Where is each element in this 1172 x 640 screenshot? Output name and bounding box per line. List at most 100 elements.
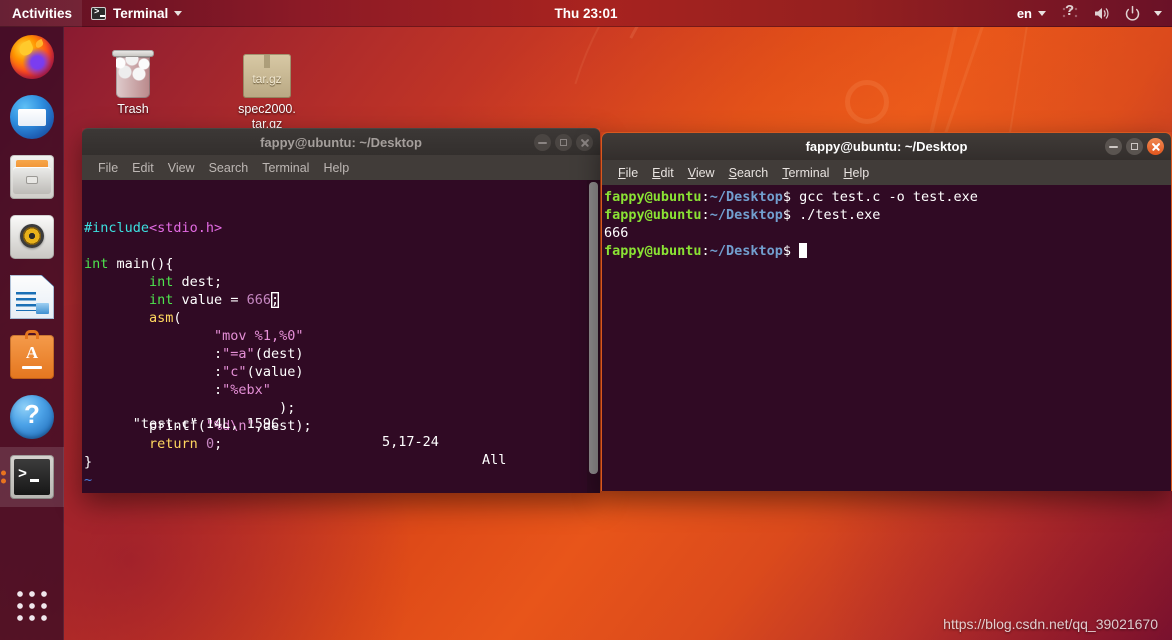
- keyboard-layout-button[interactable]: en: [1008, 0, 1055, 27]
- menu-edit[interactable]: Edit: [125, 159, 161, 177]
- rhythmbox-icon: [10, 215, 54, 259]
- menu-search[interactable]: Search: [202, 159, 256, 177]
- keyboard-layout-label: en: [1016, 6, 1032, 21]
- chevron-down-icon: [174, 11, 183, 16]
- prompt-path: ~/Desktop: [709, 207, 783, 223]
- show-applications-button[interactable]: [0, 578, 64, 634]
- wallpaper-ring: [845, 80, 889, 124]
- menu-file[interactable]: File: [611, 164, 645, 182]
- prompt-symbol: $: [782, 189, 791, 205]
- code-line: int value = 666;: [84, 291, 600, 309]
- window-title: fappy@ubuntu: ~/Desktop: [805, 139, 968, 154]
- close-button[interactable]: [1147, 138, 1164, 155]
- prompt-user: fappy@ubuntu: [604, 189, 702, 205]
- window-controls: [1105, 133, 1164, 160]
- chevron-down-icon[interactable]: [1154, 11, 1162, 16]
- terminal-window-editor[interactable]: fappy@ubuntu: ~/Desktop File Edit View S…: [82, 128, 600, 493]
- menubar: File Edit View Search Terminal Help: [82, 155, 600, 180]
- code-token: int: [149, 274, 174, 290]
- code-token: int: [149, 292, 174, 308]
- menu-view[interactable]: View: [681, 164, 722, 182]
- vim-editor-area[interactable]: #include<stdio.h> int main(){ int dest; …: [82, 180, 600, 493]
- help-icon: [10, 395, 54, 439]
- menu-file[interactable]: File: [91, 159, 125, 177]
- minimize-button[interactable]: [1105, 138, 1122, 155]
- maximize-button[interactable]: [555, 134, 572, 151]
- ubuntu-software-icon: [10, 330, 54, 379]
- code-token: "mov %1,%0": [214, 328, 304, 344]
- terminal-icon: >: [10, 455, 54, 499]
- code-line: :"=a"(dest): [84, 345, 600, 363]
- dock-item-help[interactable]: [0, 387, 64, 447]
- code-line: ~: [84, 489, 600, 493]
- archive-badge: tar.gz: [252, 72, 282, 86]
- shell-output-area[interactable]: fappy@ubuntu:~/Desktop$ gcc test.c -o te…: [602, 185, 1171, 491]
- close-button[interactable]: [576, 134, 593, 151]
- scrollbar[interactable]: [587, 180, 600, 493]
- archive-icon: tar.gz: [219, 40, 315, 98]
- dock-item-rhythmbox[interactable]: [0, 207, 64, 267]
- code-token: value =: [173, 292, 247, 308]
- code-token: :: [84, 382, 223, 398]
- power-icon[interactable]: [1124, 5, 1141, 22]
- code-line: asm(: [84, 309, 600, 327]
- vim-status-file: "test.c" 14L, 159C: [132, 416, 280, 432]
- code-token: ;: [270, 292, 280, 308]
- command-text: ./test.exe: [790, 207, 881, 223]
- code-token: (: [173, 310, 182, 326]
- menu-terminal[interactable]: Terminal: [775, 164, 836, 182]
- running-indicator: [1, 468, 6, 487]
- menu-terminal[interactable]: Terminal: [255, 159, 316, 177]
- terminal-line: fappy@ubuntu:~/Desktop$: [604, 242, 1171, 260]
- minimize-button[interactable]: [534, 134, 551, 151]
- menu-help[interactable]: Help: [316, 159, 356, 177]
- command-text: [791, 243, 799, 259]
- menu-edit[interactable]: Edit: [645, 164, 681, 182]
- code-line: int main(){: [84, 255, 600, 273]
- code-token: :: [84, 346, 223, 362]
- code-token: <stdio.h>: [149, 220, 223, 236]
- code-token: "=a": [222, 346, 255, 362]
- dock-item-software[interactable]: [0, 327, 64, 387]
- files-icon: [10, 155, 54, 199]
- code-token: (dest): [254, 346, 304, 362]
- menu-search[interactable]: Search: [722, 164, 776, 182]
- trash-icon: [85, 40, 181, 98]
- activities-button[interactable]: Activities: [0, 0, 83, 27]
- maximize-button[interactable]: [1126, 138, 1143, 155]
- dock-item-firefox[interactable]: [0, 27, 64, 87]
- menu-help[interactable]: Help: [836, 164, 876, 182]
- menu-view[interactable]: View: [161, 159, 202, 177]
- text-cursor: [799, 243, 808, 258]
- menubar: File Edit View Search Terminal Help: [602, 160, 1171, 185]
- scrollbar-thumb[interactable]: [589, 182, 598, 474]
- app-menu-button[interactable]: Terminal: [82, 0, 191, 27]
- code-token: (value): [246, 364, 304, 380]
- terminal-window-shell[interactable]: fappy@ubuntu: ~/Desktop File Edit View S…: [601, 132, 1172, 491]
- desktop-icon-archive[interactable]: tar.gz spec2000. tar.gz: [219, 40, 315, 132]
- system-tray: en: [1008, 0, 1172, 27]
- prompt-path: ~/Desktop: [709, 243, 783, 259]
- command-text: gcc test.c -o test.exe: [790, 189, 978, 205]
- terminal-line: fappy@ubuntu:~/Desktop$ ./test.exe: [604, 206, 1171, 224]
- code-line: "mov %1,%0": [84, 327, 600, 345]
- dock-item-thunderbird[interactable]: [0, 87, 64, 147]
- terminal-icon: [91, 7, 107, 20]
- dock-item-files[interactable]: [0, 147, 64, 207]
- dock-item-writer[interactable]: [0, 267, 64, 327]
- window-titlebar[interactable]: fappy@ubuntu: ~/Desktop: [82, 128, 600, 155]
- watermark: https://blog.csdn.net/qq_39021670: [943, 616, 1158, 632]
- code-line: #include<stdio.h>: [84, 219, 600, 237]
- window-titlebar[interactable]: fappy@ubuntu: ~/Desktop: [602, 133, 1171, 160]
- vim-status-line: "test.c" 14L, 159C 5,17-24 All: [84, 397, 580, 487]
- dock-item-terminal[interactable]: >: [0, 447, 64, 507]
- desktop-icon-trash[interactable]: Trash: [85, 40, 181, 117]
- help-keyboard-icon[interactable]: [1062, 2, 1079, 22]
- prompt-symbol: $: [782, 243, 791, 259]
- volume-icon[interactable]: [1093, 5, 1110, 22]
- code-line: :"c"(value): [84, 363, 600, 381]
